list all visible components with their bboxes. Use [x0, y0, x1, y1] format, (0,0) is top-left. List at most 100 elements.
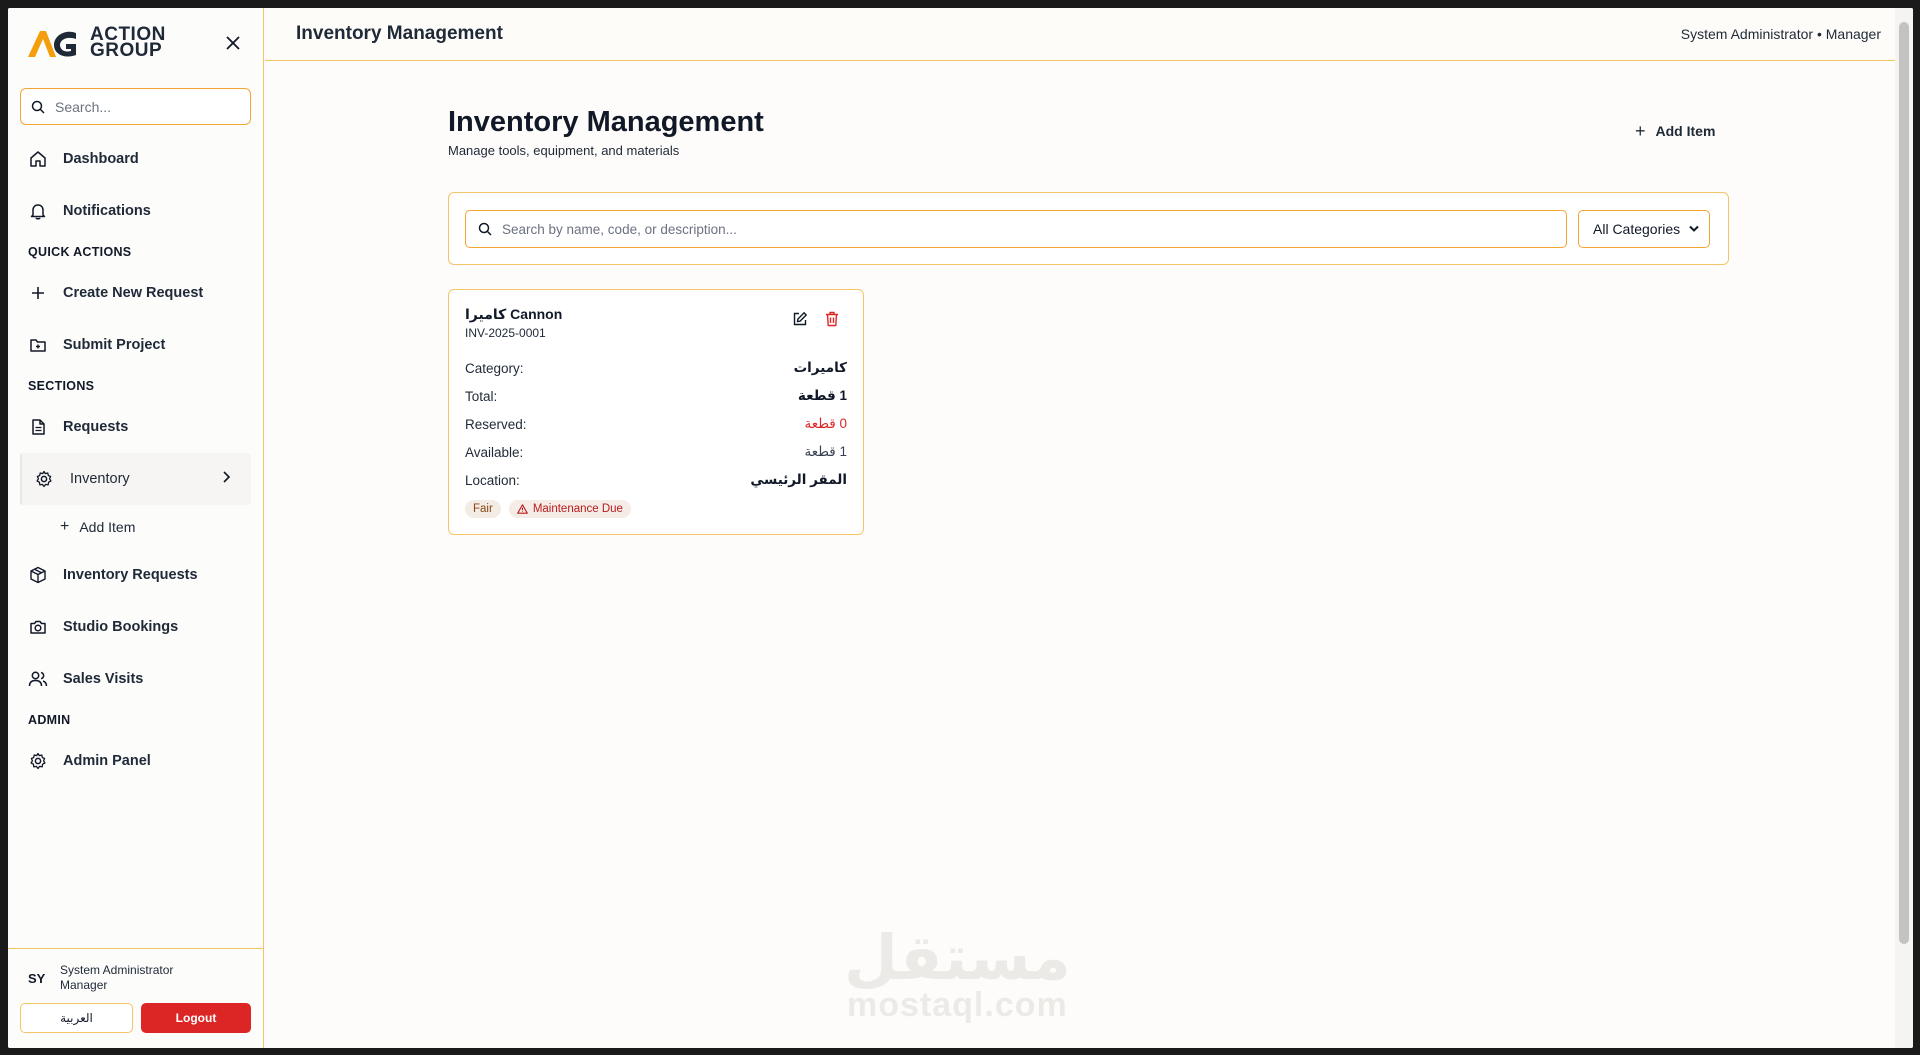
section-label-quick-actions: QUICK ACTIONS: [28, 245, 132, 259]
inventory-item-card: كاميرا Cannon INV-2025-0001 Category: كا…: [448, 289, 864, 535]
plus-icon: +: [1635, 120, 1646, 141]
gear-icon: [34, 469, 54, 489]
field-label: Total:: [465, 388, 498, 404]
sidebar-footer: SY System Administrator Manager العربية …: [8, 948, 263, 1048]
sidebar-search-input[interactable]: [55, 98, 235, 115]
item-field-reserved: Reserved: 0 قطعة: [465, 410, 847, 438]
sidebar-item-label: Requests: [63, 419, 129, 435]
app-window: ACTION GROUP Dashboard Notifications QUI…: [8, 8, 1913, 1048]
search-icon: [478, 222, 492, 236]
close-icon[interactable]: [221, 31, 245, 55]
topbar: Inventory Management System Administrato…: [265, 8, 1913, 61]
sidebar-item-label: Notifications: [63, 203, 151, 219]
section-label-admin: ADMIN: [28, 713, 71, 727]
condition-badge: Fair: [465, 500, 501, 518]
item-code: INV-2025-0001: [465, 326, 546, 340]
sidebar-item-dashboard[interactable]: Dashboard: [8, 133, 263, 185]
topbar-title: Inventory Management: [296, 23, 503, 44]
item-field-category: Category: كاميرات: [465, 354, 847, 382]
sidebar-item-studio-bookings[interactable]: Studio Bookings: [8, 601, 263, 653]
field-label: Reserved:: [465, 416, 527, 432]
warning-icon: [516, 504, 528, 514]
language-button[interactable]: العربية: [20, 1003, 133, 1033]
sidebar-item-label: Inventory Requests: [63, 567, 198, 583]
item-field-location: Location: المقر الرئيسي: [465, 466, 847, 494]
user-role: Manager: [60, 978, 108, 992]
inventory-search-input[interactable]: [502, 221, 1502, 237]
category-select-value: All Categories: [1593, 221, 1681, 237]
field-value: 0 قطعة: [804, 416, 847, 431]
page-scrollbar[interactable]: [1895, 8, 1913, 1048]
home-icon: [28, 149, 48, 169]
user-row: SY System Administrator Manager: [20, 961, 251, 995]
item-field-available: Available: 1 قطعة: [465, 438, 847, 466]
user-name: System Administrator: [60, 963, 174, 977]
plus-icon: +: [60, 518, 70, 535]
chevron-down-icon: [1689, 225, 1699, 232]
filter-card: All Categories: [448, 192, 1729, 265]
topbar-user: System Administrator • Manager: [1680, 26, 1881, 42]
sidebar-item-notifications[interactable]: Notifications: [8, 185, 263, 237]
sidebar-item-submit-project[interactable]: Submit Project: [8, 319, 263, 371]
logo-row: ACTION GROUP: [8, 8, 263, 78]
field-value: المقر الرئيسي: [750, 472, 847, 487]
brand-line2: GROUP: [90, 40, 163, 61]
bell-icon: [28, 201, 48, 221]
field-value: كاميرات: [793, 360, 847, 375]
add-item-button[interactable]: + Add Item: [1623, 116, 1727, 146]
inventory-search[interactable]: [465, 210, 1567, 248]
camera-icon: [28, 617, 48, 637]
edit-icon[interactable]: [791, 310, 809, 328]
sidebar-item-inventory[interactable]: Inventory: [20, 453, 251, 505]
main-content: Inventory Management Manage tools, equip…: [265, 62, 1893, 1048]
sidebar-item-requests[interactable]: Requests: [8, 401, 263, 453]
field-label: Location:: [465, 472, 520, 488]
item-name: كاميرا Cannon: [465, 306, 563, 322]
field-label: Category:: [465, 360, 524, 376]
plus-icon: [28, 283, 48, 303]
watermark-arabic: مستقل: [844, 924, 1071, 993]
avatar: SY: [28, 970, 46, 986]
maintenance-badge-label: Maintenance Due: [532, 503, 623, 515]
category-select[interactable]: All Categories: [1578, 210, 1710, 248]
item-field-total: Total: 1 قطعة: [465, 382, 847, 410]
sidebar-item-label: Admin Panel: [63, 753, 151, 769]
package-icon: [28, 565, 48, 585]
maintenance-badge: Maintenance Due: [508, 500, 631, 518]
sidebar-item-label: Inventory: [70, 471, 130, 487]
watermark-logo: مستقل mostaql.com: [844, 924, 1071, 1025]
sidebar-item-inventory-requests[interactable]: Inventory Requests: [8, 549, 263, 601]
ag-logo-icon: [28, 31, 76, 57]
sidebar-item-label: Create New Request: [63, 285, 204, 301]
sidebar-subitem-add-item[interactable]: + Add Item: [8, 505, 263, 549]
watermark-english: mostaql.com: [847, 986, 1068, 1024]
sidebar-item-sales-visits[interactable]: Sales Visits: [8, 653, 263, 705]
folder-plus-icon: [28, 335, 48, 355]
sidebar-item-label: Studio Bookings: [63, 619, 179, 635]
brand-logo: ACTION GROUP: [26, 25, 166, 61]
field-value: 1 قطعة: [797, 388, 847, 403]
field-label: Available:: [465, 444, 524, 460]
page-subtitle: Manage tools, equipment, and materials: [448, 143, 680, 158]
page-header: Inventory Management Manage tools, equip…: [448, 106, 764, 158]
add-item-label: Add Item: [1655, 123, 1716, 139]
sidebar-search[interactable]: [20, 88, 251, 125]
trash-icon[interactable]: [823, 310, 841, 328]
users-icon: [28, 669, 48, 689]
chevron-right-icon: [221, 471, 231, 487]
sidebar-item-label: Sales Visits: [63, 671, 144, 687]
sidebar-subitem-label: Add Item: [79, 519, 136, 535]
logout-button[interactable]: Logout: [141, 1003, 251, 1033]
sidebar-item-create-request[interactable]: Create New Request: [8, 267, 263, 319]
section-label-sections: SECTIONS: [28, 379, 95, 393]
sidebar-item-label: Dashboard: [63, 151, 139, 167]
field-value: 1 قطعة: [804, 444, 847, 459]
page-title: Inventory Management: [448, 106, 764, 138]
scrollbar-thumb[interactable]: [1899, 22, 1909, 944]
file-text-icon: [28, 417, 48, 437]
search-icon: [31, 100, 45, 114]
gear-icon: [28, 751, 48, 771]
sidebar-item-admin-panel[interactable]: Admin Panel: [8, 735, 263, 787]
sidebar-item-label: Submit Project: [63, 337, 166, 353]
sidebar: ACTION GROUP Dashboard Notifications QUI…: [8, 8, 264, 1048]
